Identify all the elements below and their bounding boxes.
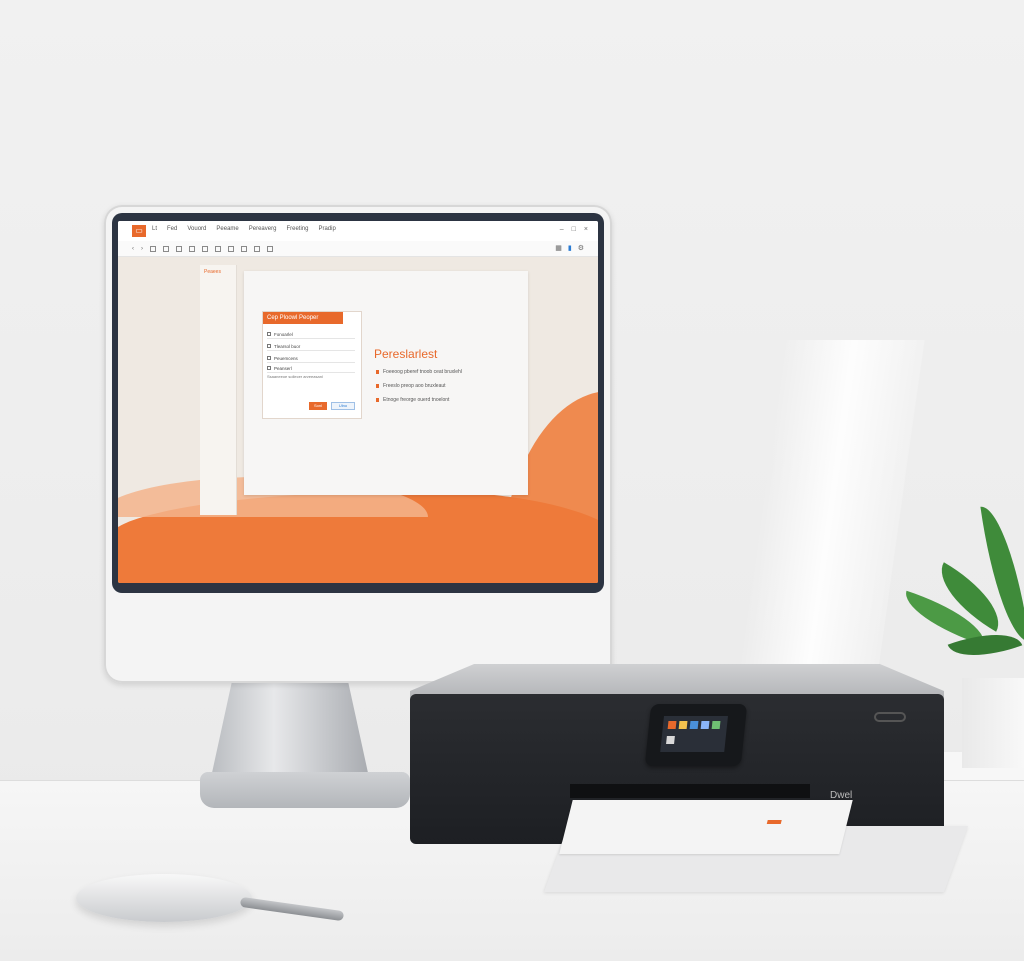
- plant-pot: [962, 678, 1024, 768]
- bullet-text: Freeslo preop aoo bruxleaut: [383, 383, 446, 389]
- bullet-icon: [376, 384, 379, 388]
- toolbar-tool-icon[interactable]: [228, 245, 234, 252]
- dialog-title: Cep Ploowl Peoper: [263, 312, 343, 324]
- grid-icon[interactable]: ▦: [555, 244, 562, 252]
- toolbar-tool-icon[interactable]: [176, 245, 182, 252]
- dialog-option-label: Tlearsol buor: [274, 343, 301, 349]
- bullet-text: Foeeoog pberef tnoob ceat bruxlehl: [383, 369, 462, 375]
- wireless-mouse: [76, 874, 252, 922]
- print-confirm-button[interactable]: Sonl: [309, 402, 327, 410]
- app-tile-icon[interactable]: [700, 721, 710, 729]
- forward-icon[interactable]: ›: [141, 246, 143, 252]
- desktop-monitor: ▭ Lt Fed Vouord Peeame Pereaverg Freetin…: [104, 205, 612, 683]
- dialog-option-label: Peuemcens: [274, 355, 298, 361]
- app-tile-icon[interactable]: [666, 735, 675, 744]
- dialog-option-row[interactable]: Peanserl: [267, 364, 355, 373]
- ribbon-toolbar: ‹ › ▦ ▮ ⚙: [118, 241, 598, 257]
- share-icon[interactable]: ▮: [568, 244, 572, 252]
- menu-item[interactable]: Vouord: [187, 226, 206, 232]
- printed-page: [559, 800, 853, 854]
- toolbar-tool-icon[interactable]: [241, 245, 247, 252]
- checkbox-icon[interactable]: [267, 344, 271, 348]
- monitor-stand: [210, 672, 370, 782]
- dialog-note: Ssaaneeoe sollecer arveeasanl: [267, 374, 323, 379]
- printed-logo-mark: [766, 820, 782, 824]
- app-titlebar: ▭ Lt Fed Vouord Peeame Pereaverg Freetin…: [118, 221, 598, 242]
- monitor-screen: ▭ Lt Fed Vouord Peeame Pereaverg Freetin…: [118, 221, 598, 583]
- menu-item[interactable]: Lt: [152, 226, 157, 232]
- bullet-icon: [376, 370, 379, 374]
- bullet-text: Etnoge freorge ouerd tnoelont: [383, 397, 450, 403]
- settings-icon[interactable]: ⚙: [578, 244, 584, 252]
- app-tile-icon[interactable]: [711, 721, 721, 729]
- toolbar-tool-icon[interactable]: [202, 245, 208, 252]
- printer-display[interactable]: [644, 704, 748, 766]
- menu-bar: Lt Fed Vouord Peeame Pereaverg Freeting …: [152, 226, 336, 232]
- menu-item[interactable]: Fed: [167, 226, 177, 232]
- slide-bullet: Freeslo preop aoo bruxleaut: [376, 383, 446, 389]
- document-tab[interactable]: Peaees: [204, 269, 221, 275]
- checkbox-icon[interactable]: [267, 356, 271, 360]
- print-cancel-button[interactable]: Ulno: [331, 402, 355, 410]
- toolbar-tool-icon[interactable]: [189, 245, 195, 252]
- window-controls: – □ ×: [560, 226, 588, 233]
- printer-display-screen: [660, 716, 728, 752]
- app-logo-icon: ▭: [132, 225, 146, 237]
- menu-item[interactable]: Pereaverg: [249, 226, 277, 232]
- menu-item[interactable]: Pradip: [318, 226, 335, 232]
- minimize-icon[interactable]: –: [560, 226, 564, 233]
- checkbox-icon[interactable]: [267, 332, 271, 336]
- back-icon[interactable]: ‹: [132, 246, 134, 252]
- monitor-stand-base: [200, 772, 410, 808]
- printer-output-slot: [570, 784, 810, 798]
- dialog-option-row[interactable]: Tlearsol buor: [267, 342, 355, 351]
- dialog-option-row[interactable]: Peuemcens: [267, 354, 355, 363]
- print-dialog: Cep Ploowl Peoper Fonoarlel Tlearsol buo…: [262, 311, 362, 419]
- checkbox-icon[interactable]: [267, 366, 271, 370]
- slide-canvas[interactable]: Cep Ploowl Peoper Fonoarlel Tlearsol buo…: [244, 271, 528, 495]
- document-side-panel: Peaees: [200, 265, 237, 515]
- toolbar-tool-icon[interactable]: [267, 245, 273, 252]
- dialog-option-row[interactable]: Fonoarlel: [267, 330, 355, 339]
- maximize-icon[interactable]: □: [572, 226, 576, 233]
- dialog-option-label: Peanserl: [274, 365, 292, 371]
- monitor-bezel: ▭ Lt Fed Vouord Peeame Pereaverg Freetin…: [112, 213, 604, 593]
- dialog-option-label: Fonoarlel: [274, 331, 293, 337]
- close-icon[interactable]: ×: [584, 226, 588, 233]
- app-tile-icon[interactable]: [667, 721, 677, 729]
- printer-power-button[interactable]: [874, 712, 906, 722]
- toolbar-tool-icon[interactable]: [163, 245, 169, 252]
- toolbar-tool-icon[interactable]: [150, 245, 156, 252]
- menu-item[interactable]: Peeame: [216, 226, 238, 232]
- toolbar-right-group: ▦ ▮ ⚙: [555, 244, 584, 252]
- app-tile-icon[interactable]: [689, 721, 699, 729]
- app-tile-icon[interactable]: [678, 721, 688, 729]
- slide-bullet: Etnoge freorge ouerd tnoelont: [376, 397, 449, 403]
- toolbar-tool-icon[interactable]: [254, 245, 260, 252]
- slide-bullet: Foeeoog pberef tnoob ceat bruxlehl: [376, 369, 462, 375]
- slide-title: Pereslarlest: [374, 347, 438, 361]
- toolbar-tool-icon[interactable]: [215, 245, 221, 252]
- menu-item[interactable]: Freeting: [286, 226, 308, 232]
- bullet-icon: [376, 398, 379, 402]
